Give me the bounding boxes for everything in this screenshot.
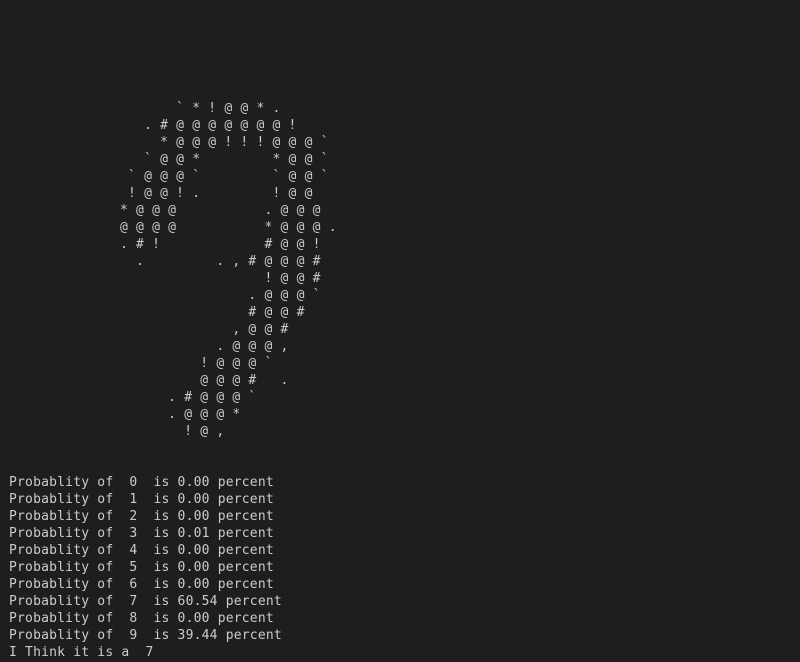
probability-line-4: Probablity of 4 is 0.00 percent <box>9 543 274 558</box>
probability-line-5: Probablity of 5 is 0.00 percent <box>9 560 274 575</box>
probability-line-1: Probablity of 1 is 0.00 percent <box>9 492 274 507</box>
final-prediction-line: I Think it is a 7 <box>9 645 154 660</box>
ascii-digit-art: ` * ! @ @ * . . # @ @ @ @ @ @ @ ! * @ @ … <box>120 101 337 439</box>
prediction-output: Probablity of 0 is 0.00 percent Probabli… <box>9 474 282 661</box>
probability-line-9: Probablity of 9 is 39.44 percent <box>9 628 282 643</box>
probability-line-7: Probablity of 7 is 60.54 percent <box>9 594 282 609</box>
probability-line-0: Probablity of 0 is 0.00 percent <box>9 475 274 490</box>
probability-line-2: Probablity of 2 is 0.00 percent <box>9 509 274 524</box>
probability-line-6: Probablity of 6 is 0.00 percent <box>9 577 274 592</box>
terminal-window[interactable]: ` * ! @ @ * . . # @ @ @ @ @ @ @ ! * @ @ … <box>0 0 800 662</box>
probability-line-8: Probablity of 8 is 0.00 percent <box>9 611 274 626</box>
probability-line-3: Probablity of 3 is 0.01 percent <box>9 526 274 541</box>
